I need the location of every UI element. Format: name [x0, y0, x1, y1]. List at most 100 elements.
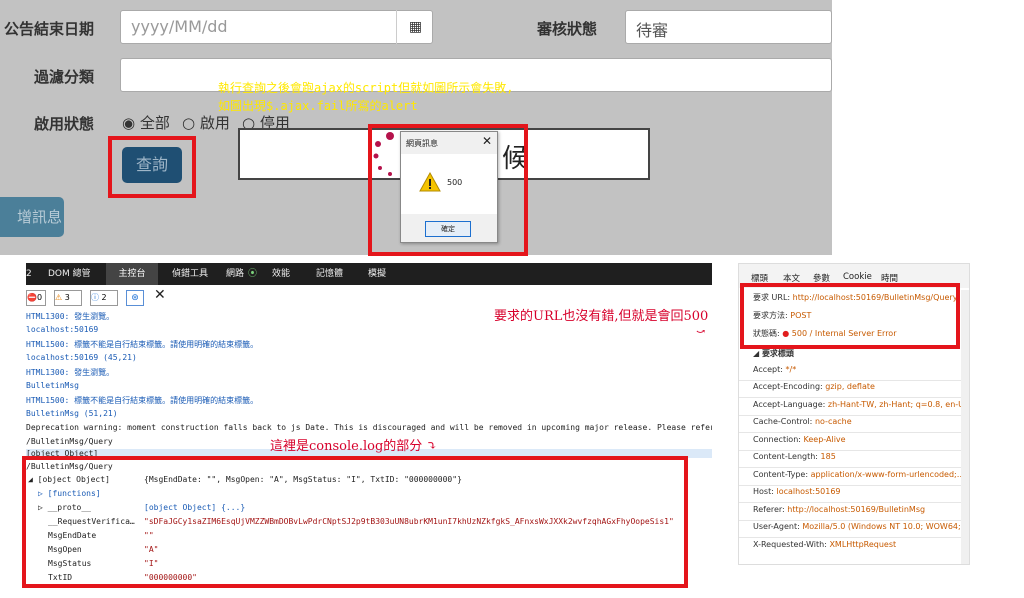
header-key: Accept-Language: [753, 400, 826, 409]
query-button-highlight [108, 136, 196, 198]
review-status-value: 待審 [636, 21, 669, 40]
devtools-tab[interactable]: 2 [26, 263, 32, 285]
request-url-highlight [740, 283, 960, 349]
headers-scrollbar[interactable] [961, 290, 969, 564]
dialog-title: 網頁訊息 [406, 139, 438, 148]
header-key: User-Agent: [753, 522, 800, 531]
row-divider [739, 450, 969, 451]
header-key: Content-Length: [753, 452, 818, 461]
warning-filter-button[interactable]: ⚠ 3 [54, 290, 82, 306]
header-key: Connection: [753, 435, 801, 444]
header-key: Accept-Encoding: [753, 382, 823, 391]
row-divider [739, 432, 969, 433]
radio-enabled-label: 啟用 [199, 114, 230, 132]
add-message-button[interactable]: 增訊息 [0, 197, 64, 237]
alert-dialog: 網頁訊息 ✕ 500 確定 [400, 131, 498, 243]
request-headers-section[interactable]: ◢ 要求標頭 [753, 348, 965, 359]
end-date-input[interactable]: yyyy/MM/dd [120, 10, 433, 44]
header-value: Keep-Alive [803, 435, 846, 444]
header-key: Referer: [753, 505, 785, 514]
dialog-message: 500 [447, 178, 463, 187]
header-row: Connection: Keep-Alive [753, 435, 965, 444]
warning-count: 3 [64, 293, 70, 302]
console-annotation-text: 這裡是console.log的部分 [270, 439, 423, 454]
tab-emulation[interactable]: 模擬 [368, 263, 386, 285]
console-annotation: 這裡是console.log的部分 ⤵ [270, 435, 437, 454]
header-row: X-Requested-With: XMLHttpRequest [753, 540, 965, 549]
error-filter-button[interactable]: ⛔0 [26, 290, 46, 306]
radio-enabled[interactable]: ○ 啟用 [182, 112, 230, 133]
tab-debugger[interactable]: 偵錯工具 [172, 263, 208, 285]
arrow-icon: ⤵ [426, 439, 438, 454]
error-count: 0 [36, 293, 43, 302]
header-row: Accept: */* [753, 365, 965, 374]
header-key: Accept: [753, 365, 783, 374]
radio-all[interactable]: ◉ 全部 [122, 112, 170, 133]
error-icon: ⛔ [27, 293, 37, 302]
end-date-label: 公告結束日期 [4, 20, 95, 38]
header-value: Mozilla/5.0 (Windows NT 10.0; WOW64;… [802, 522, 965, 531]
warning-icon [419, 172, 441, 192]
console-line[interactable]: BulletinMsg (51,21) [26, 409, 118, 418]
row-divider [739, 537, 969, 538]
header-key: Cache-Control: [753, 417, 813, 426]
header-row: Content-Length: 185 [753, 452, 965, 461]
header-value: 185 [820, 452, 836, 461]
close-icon[interactable]: ✕ [482, 134, 492, 148]
row-divider [739, 380, 969, 381]
header-row: User-Agent: Mozilla/5.0 (Windows NT 10.0… [753, 522, 965, 531]
devtools-tabbar: 2 DOM 總管 主控台 偵錯工具 網路 ⦿ 效能 記憶體 模擬 [26, 263, 712, 285]
record-icon[interactable]: ⦿ [248, 263, 257, 285]
tab-memory[interactable]: 記憶體 [316, 263, 343, 285]
review-status-label: 審核狀態 [537, 20, 598, 38]
tab-cookie[interactable]: Cookie [843, 272, 872, 282]
console-line: HTML1300: 發生瀏覽。 [26, 312, 115, 321]
header-value: http://localhost:50169/BulletinMsg [787, 505, 926, 514]
dialog-ok-button[interactable]: 確定 [425, 221, 471, 237]
calendar-icon[interactable]: ▦ [396, 10, 434, 44]
console-line[interactable]: localhost:50169 [26, 325, 98, 334]
header-value: */* [785, 365, 797, 374]
header-value: zh-Hant-TW, zh-Hant; q=0.8, en-U… [827, 400, 965, 409]
header-row: Accept-Encoding: gzip, deflate [753, 382, 965, 391]
header-row: Host: localhost:50169 [753, 487, 965, 496]
row-divider [739, 502, 969, 503]
console-line[interactable]: BulletinMsg [26, 381, 79, 390]
info-filter-button[interactable]: ⓘ 2 [90, 290, 118, 306]
console-line: HTML1500: 標籤不能是自行結束標籤。請使用明確的結束標籤。 [26, 396, 259, 405]
tab-dom-explorer[interactable]: DOM 總管 [48, 263, 91, 285]
header-row: Content-Type: application/x-www-form-url… [753, 470, 965, 479]
clear-console-icon[interactable]: ✕ [154, 287, 166, 303]
tab-network[interactable]: 網路 [226, 263, 244, 285]
row-divider [739, 467, 969, 468]
url-annotation: 要求的URL也沒有錯,但就是會回500 [494, 309, 709, 324]
info-icon: ⓘ [91, 293, 99, 302]
console-object-highlight [22, 456, 688, 588]
header-key: X-Requested-With: [753, 540, 827, 549]
header-row: Cache-Control: no-cache [753, 417, 965, 426]
console-line: /BulletinMsg/Query [26, 437, 113, 446]
tab-performance[interactable]: 效能 [272, 263, 290, 285]
row-divider [739, 520, 969, 521]
console-line: HTML1500: 標籤不能是自行結束標籤。請使用明確的結束標籤。 [26, 340, 259, 349]
header-row: Referer: http://localhost:50169/Bulletin… [753, 505, 965, 514]
header-value: no-cache [814, 417, 852, 426]
console-line: Deprecation warning: moment construction… [26, 423, 712, 432]
header-value: XMLHttpRequest [829, 540, 897, 549]
header-value: localhost:50169 [776, 487, 841, 496]
review-status-select[interactable]: 待審 [625, 10, 832, 44]
tab-console[interactable]: 主控台 [106, 263, 158, 285]
console-filter-bar: ⛔0 ⚠ 3 ⓘ 2 ⊛ ✕ [26, 287, 712, 307]
network-filter-icon[interactable]: ⊛ [126, 290, 144, 306]
header-value: application/x-www-form-urlencoded;… [810, 470, 965, 479]
warning-small-icon: ⚠ [55, 293, 63, 302]
header-row: Accept-Language: zh-Hant-TW, zh-Hant; q=… [753, 400, 965, 409]
end-date-placeholder: yyyy/MM/dd [131, 17, 228, 36]
header-key: Content-Type: [753, 470, 809, 479]
ajax-annotation-line1: 執行查詢之後會跑ajax的script但就如圖所示會失敗, [218, 81, 514, 95]
ajax-annotation-line2: 如圖出現$.ajax.fail所寫的alert [218, 99, 418, 113]
filter-category-label: 過濾分類 [34, 68, 95, 86]
console-line[interactable]: localhost:50169 (45,21) [26, 353, 137, 362]
row-divider [739, 485, 969, 486]
header-key: Host: [753, 487, 774, 496]
